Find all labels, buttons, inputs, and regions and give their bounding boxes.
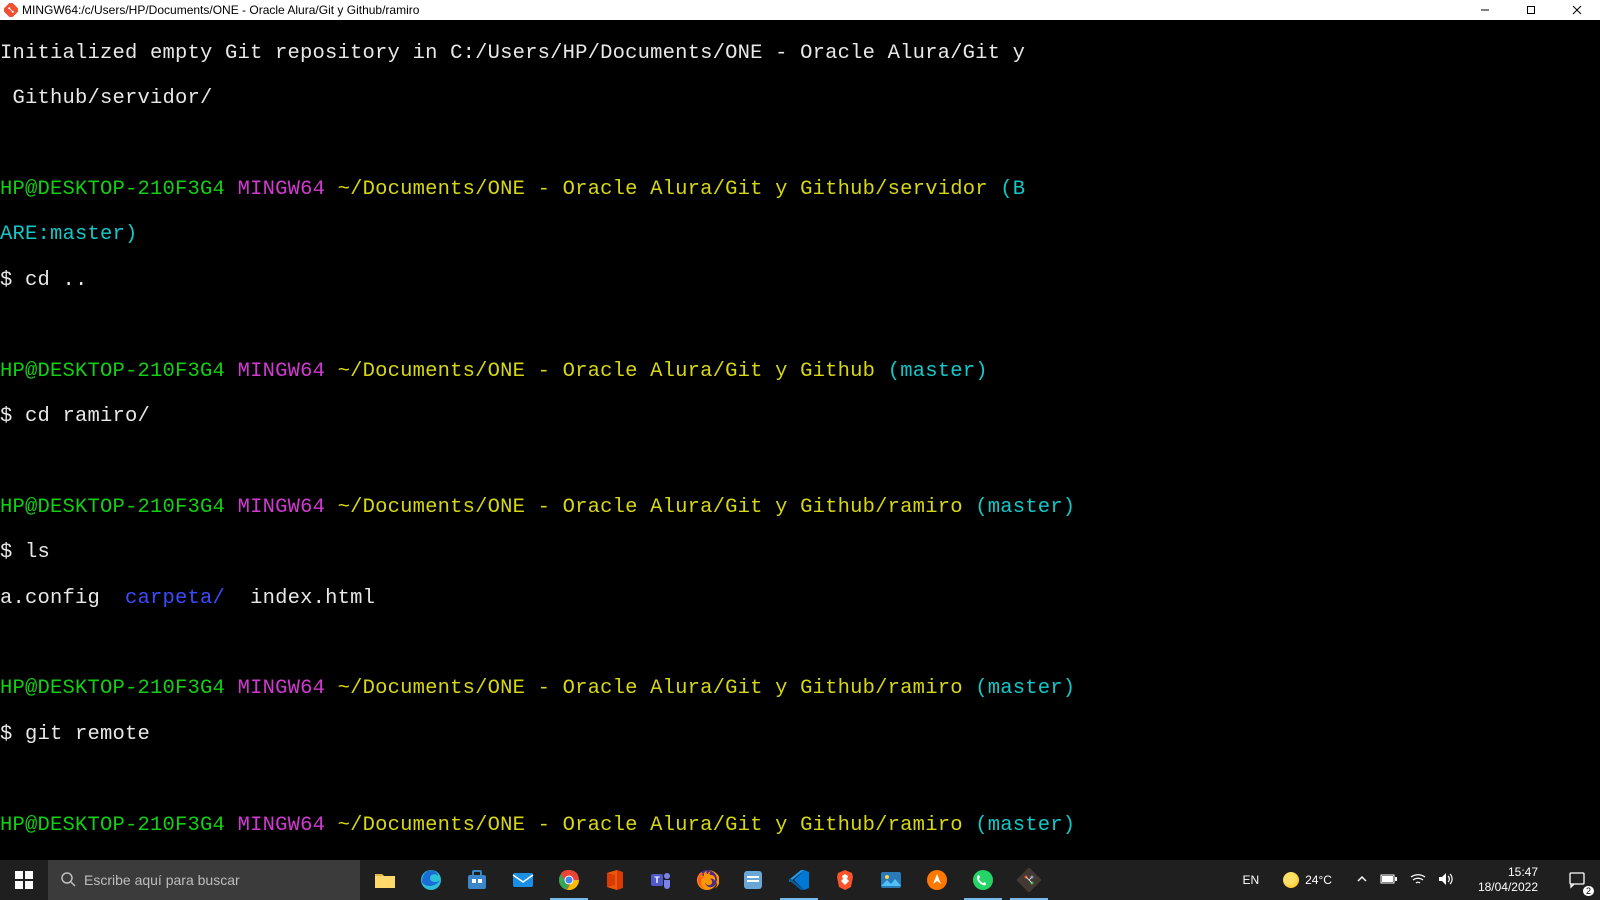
notification-badge: 2 [1583, 886, 1594, 896]
git-icon [1017, 868, 1041, 892]
prompt-shell: MINGW64 [238, 496, 326, 519]
photos-icon [879, 868, 903, 892]
prompt-path: ~/Documents/ONE - Oracle Alura/Git y Git… [338, 677, 963, 700]
teams-icon: T [649, 868, 673, 892]
prompt-branch: (master) [975, 677, 1075, 700]
time: 15:47 [1478, 865, 1538, 880]
prompt-userhost: HP@DESKTOP-210F3G4 [0, 178, 225, 201]
store-icon [465, 868, 489, 892]
battery-icon[interactable] [1380, 873, 1398, 888]
minimize-button[interactable] [1462, 0, 1508, 20]
taskbar-app-firefox[interactable] [684, 860, 730, 900]
taskbar-app-edge[interactable] [408, 860, 454, 900]
git-bash-icon [4, 3, 18, 17]
taskbar-app-brave[interactable] [822, 860, 868, 900]
office-icon [603, 868, 627, 892]
prompt-shell: MINGW64 [238, 360, 326, 383]
taskbar-app-teams[interactable]: T [638, 860, 684, 900]
taskbar-app-gitbash[interactable] [1006, 860, 1052, 900]
taskbar-app-generic1[interactable] [730, 860, 776, 900]
ls-directory: carpeta/ [125, 587, 225, 610]
window-title: MINGW64:/c/Users/HP/Documents/ONE - Orac… [22, 3, 419, 17]
vscode-icon [787, 868, 811, 892]
date: 18/04/2022 [1478, 880, 1538, 895]
prompt-userhost: HP@DESKTOP-210F3G4 [0, 814, 225, 837]
taskbar-app-avast[interactable] [914, 860, 960, 900]
chevron-up-icon[interactable] [1356, 873, 1368, 888]
prompt-branch: ARE:master) [0, 223, 138, 246]
taskbar-app-whatsapp[interactable] [960, 860, 1006, 900]
search-placeholder: Escribe aquí para buscar [84, 872, 240, 888]
prompt-userhost: HP@DESKTOP-210F3G4 [0, 677, 225, 700]
taskbar: Escribe aquí para buscar T EN 24°C 15: [0, 860, 1600, 900]
weather-widget[interactable]: 24°C [1275, 872, 1340, 888]
ls-file: a.config [0, 587, 100, 610]
prompt-path: ~/Documents/ONE - Oracle Alura/Git y Git… [338, 360, 876, 383]
prompt-branch: (master) [975, 496, 1075, 519]
taskbar-app-mail[interactable] [500, 860, 546, 900]
taskbar-search[interactable]: Escribe aquí para buscar [48, 860, 360, 900]
language-indicator[interactable]: EN [1234, 873, 1267, 887]
taskbar-app-explorer[interactable] [362, 860, 408, 900]
svg-text:T: T [654, 875, 660, 885]
prompt-path: ~/Documents/ONE - Oracle Alura/Git y Git… [338, 814, 963, 837]
taskbar-app-vscode[interactable] [776, 860, 822, 900]
prompt-userhost: HP@DESKTOP-210F3G4 [0, 360, 225, 383]
prompt-branch: (B [1000, 178, 1025, 201]
prompt-branch: (master) [888, 360, 988, 383]
output-text: Github/servidor/ [0, 87, 213, 110]
window-titlebar: MINGW64:/c/Users/HP/Documents/ONE - Orac… [0, 0, 1600, 20]
command-text: $ cd ramiro/ [0, 405, 150, 428]
mail-icon [511, 868, 535, 892]
command-text: $ git remote [0, 723, 150, 746]
volume-icon[interactable] [1438, 872, 1454, 889]
whatsapp-icon [971, 868, 995, 892]
prompt-shell: MINGW64 [238, 178, 326, 201]
terminal-output[interactable]: Initialized empty Git repository in C:/U… [0, 20, 1600, 860]
temperature: 24°C [1305, 873, 1332, 887]
prompt-shell: MINGW64 [238, 814, 326, 837]
prompt-userhost: HP@DESKTOP-210F3G4 [0, 496, 225, 519]
brave-icon [833, 868, 857, 892]
sun-icon [1283, 872, 1299, 888]
folder-icon [373, 868, 397, 892]
taskbar-app-store[interactable] [454, 860, 500, 900]
edge-icon [419, 868, 443, 892]
app-icon [741, 868, 765, 892]
taskbar-app-photos[interactable] [868, 860, 914, 900]
avast-icon [925, 868, 949, 892]
taskbar-app-office[interactable] [592, 860, 638, 900]
wifi-icon[interactable] [1410, 873, 1426, 888]
search-icon [60, 871, 76, 890]
prompt-path: ~/Documents/ONE - Oracle Alura/Git y Git… [338, 178, 988, 201]
prompt-branch: (master) [975, 814, 1075, 837]
close-button[interactable] [1554, 0, 1600, 20]
maximize-button[interactable] [1508, 0, 1554, 20]
command-text: $ ls [0, 541, 50, 564]
command-text: $ cd .. [0, 269, 88, 292]
output-text: Initialized empty Git repository in C:/U… [0, 42, 1025, 65]
taskbar-app-chrome[interactable] [546, 860, 592, 900]
start-button[interactable] [0, 860, 48, 900]
ls-file: index.html [250, 587, 375, 610]
chrome-icon [557, 868, 581, 892]
prompt-path: ~/Documents/ONE - Oracle Alura/Git y Git… [338, 496, 963, 519]
clock[interactable]: 15:47 18/04/2022 [1470, 865, 1546, 895]
prompt-shell: MINGW64 [238, 677, 326, 700]
notifications-button[interactable]: 2 [1554, 860, 1600, 900]
firefox-icon [695, 868, 719, 892]
